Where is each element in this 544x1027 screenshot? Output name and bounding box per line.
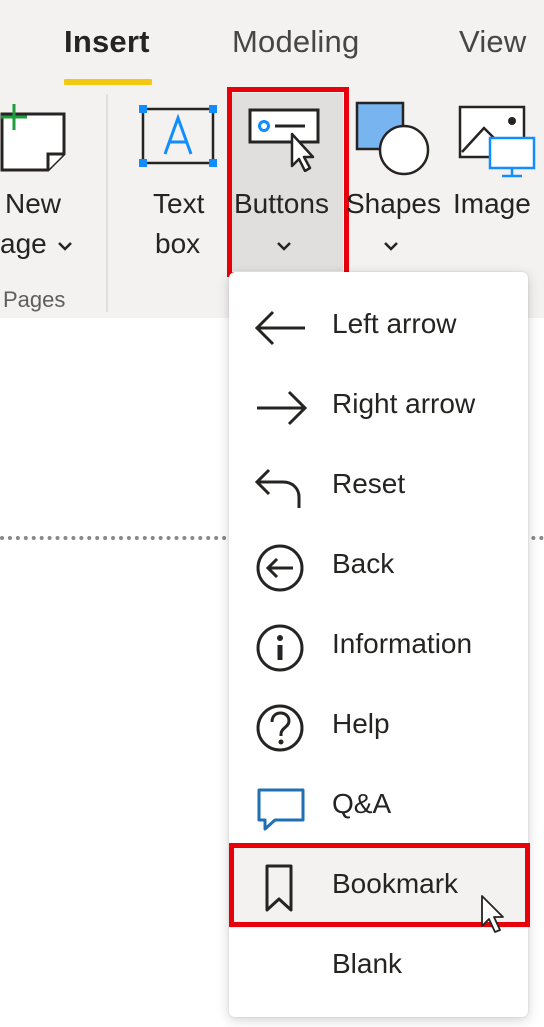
chevron-down-icon — [58, 242, 72, 251]
image-button[interactable]: Image — [448, 92, 544, 272]
chevron-down-icon — [384, 242, 398, 251]
left-arrow-icon — [254, 310, 305, 346]
information-icon — [256, 624, 304, 672]
text-box-label-line2: box — [155, 228, 201, 259]
menu-item-label: Back — [332, 548, 395, 579]
menu-item-label: Blank — [332, 948, 403, 979]
menu-item-qna[interactable]: Q&A — [229, 768, 528, 848]
new-page-label-line1: New — [5, 188, 62, 219]
help-icon — [256, 704, 304, 752]
menu-item-label: Right arrow — [332, 388, 476, 419]
tab-insert[interactable]: Insert — [64, 24, 150, 60]
text-box-icon — [139, 105, 217, 167]
ribbon-tab-bar: Insert Modeling View — [0, 0, 544, 90]
shapes-icon — [355, 101, 430, 176]
menu-item-blank[interactable]: Blank — [229, 928, 528, 1008]
menu-item-label: Left arrow — [332, 308, 457, 339]
menu-item-help[interactable]: Help — [229, 688, 528, 768]
group-separator — [106, 94, 108, 312]
menu-item-left-arrow[interactable]: Left arrow — [229, 288, 528, 368]
back-icon — [256, 544, 304, 592]
menu-item-right-arrow[interactable]: Right arrow — [229, 368, 528, 448]
menu-item-label: Reset — [332, 468, 406, 499]
reset-icon — [254, 468, 301, 508]
menu-item-label: Information — [332, 628, 473, 659]
ribbon: Insert Modeling View New age Pages Text … — [0, 0, 544, 318]
new-page-icon — [0, 104, 66, 172]
tab-view[interactable]: View — [459, 24, 526, 60]
qna-icon — [257, 788, 305, 831]
menu-item-information[interactable]: Information — [229, 608, 528, 688]
menu-item-label: Help — [332, 708, 390, 739]
mouse-pointer-icon — [481, 895, 504, 933]
image-icon — [458, 105, 536, 178]
menu-item-back[interactable]: Back — [229, 528, 528, 608]
image-label: Image — [453, 188, 531, 219]
buttons-highlight-box — [227, 87, 349, 277]
right-arrow-icon — [257, 390, 308, 426]
shapes-label: Shapes — [346, 188, 441, 219]
text-box-button[interactable]: Text box — [128, 92, 228, 282]
tab-modeling[interactable]: Modeling — [232, 24, 359, 60]
pages-group-label: Pages — [3, 287, 66, 312]
menu-item-reset[interactable]: Reset — [229, 448, 528, 528]
shapes-button[interactable]: Shapes — [344, 92, 442, 272]
menu-item-label: Q&A — [332, 788, 392, 819]
new-page-label-line2: age — [0, 228, 47, 259]
new-page-button[interactable]: New age — [0, 92, 100, 282]
text-box-label-line1: Text — [153, 188, 205, 219]
active-tab-underline — [64, 79, 152, 85]
